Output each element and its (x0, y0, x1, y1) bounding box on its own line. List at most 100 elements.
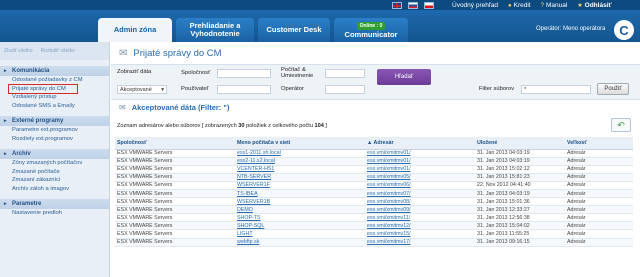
col-company[interactable]: Spoločnosť (115, 137, 235, 150)
cell-directory[interactable]: esx.vmi/xmitmv01/ (365, 157, 475, 166)
sidebar-item-backup-archive[interactable]: Archív záloh a imagov (0, 185, 109, 194)
cell-directory[interactable]: esx.vmi/xmitmv15/ (365, 229, 475, 239)
col-directory[interactable]: ▲ Adresár (365, 137, 475, 150)
coin-icon: ● (507, 2, 512, 9)
cell-directory[interactable]: esx.vmi/xmitmv12/ (365, 221, 475, 231)
list-info-suffix: ] (325, 123, 327, 129)
table-row[interactable]: ESX VMWARE Servers VCENTER-HS1 esx.vmi/xmi… (115, 165, 633, 174)
table-row[interactable]: ESX VMWARE Servers WSERVER1F esx.vmi/xmitm… (115, 181, 633, 190)
collapse-all-link[interactable]: Zbaliť všetko (4, 48, 33, 54)
link-logout[interactable]: ★ Odhlásiť (577, 2, 611, 9)
table-row[interactable]: ESX VMWARE Servers NTB-SERVER esx.vmi/xmit… (115, 173, 633, 182)
cell-company: ESX VMWARE Servers (115, 229, 235, 239)
link-manual[interactable]: ? Manual (541, 2, 568, 9)
cell-directory[interactable]: esx.vmi/xmitmv01/ (365, 149, 475, 158)
table-row[interactable]: ESX VMWARE Servers esx1-2011.sh.local esx.… (115, 149, 633, 158)
cell-computer-name[interactable]: VCENTER-HS1 (235, 165, 365, 174)
sidebar-item-sent-requests[interactable]: Odoslané požiadavky z CM (0, 76, 109, 85)
cz-flag-icon[interactable] (424, 2, 434, 9)
sidebar-item-deleted-zones[interactable]: Zóny zmazaných počítačov (0, 159, 109, 168)
cell-computer-name[interactable]: SHOP-TS (235, 213, 365, 223)
sidebar-head-communication[interactable]: Komunikácia (0, 66, 109, 76)
apply-button[interactable]: Použiť (597, 83, 629, 95)
cell-directory[interactable]: esx.vmi/xmitmv01/ (365, 165, 475, 174)
cell-size: Adresár (565, 157, 633, 166)
cell-company: ESX VMWARE Servers (115, 181, 235, 190)
table-row[interactable]: ESX VMWARE Servers WSERVER1B esx.vmi/xmitm… (115, 197, 633, 207)
cell-directory[interactable]: esx.vmi/xmitmv17/ (365, 238, 475, 247)
sidebar-item-sent-sms[interactable]: Odoslané SMS a Emaily (0, 102, 109, 111)
cell-computer-name[interactable]: DEMO (235, 205, 365, 215)
sidebar-item-templates[interactable]: Nastavenie predloh (0, 209, 109, 218)
computer-input[interactable] (325, 69, 365, 78)
sidebar-head-archive[interactable]: Archív (0, 149, 109, 159)
tab-communicator[interactable]: Online : 0 Communicator (334, 18, 408, 42)
logout-icon: ★ (577, 3, 583, 9)
show-data-label: Zobraziť dáta (117, 69, 152, 75)
cell-computer-name[interactable]: SHOP-SQL (235, 221, 365, 231)
sk-flag-icon[interactable] (408, 2, 418, 9)
sidebar-section-communication: Komunikácia Odoslané požiadavky z CM Pri… (0, 66, 109, 110)
cell-saved: 31. Jan 2013 12:33:27 (475, 205, 565, 215)
cell-directory[interactable]: esx.vmi/xmitmv08/ (365, 197, 475, 207)
cell-directory[interactable]: esx.vmi/xmitmv07/ (365, 189, 475, 199)
tab-browse-evaluate[interactable]: Prehliadanie a Vyhodnotenie (176, 18, 254, 42)
cell-computer-name[interactable]: NTB-SERVER (235, 173, 365, 182)
cell-saved: 31. Jan 2013 15:01:36 (475, 197, 565, 207)
cell-computer-name[interactable]: esx2-11.s2.local (235, 157, 365, 166)
link-credit[interactable]: ● Kredit (508, 2, 531, 9)
cell-saved: 31. Jan 2013 15:02:12 (475, 165, 565, 174)
cell-computer-name[interactable]: WSERVER1F (235, 181, 365, 190)
company-input[interactable] (217, 69, 271, 78)
help-icon: ? (540, 2, 544, 9)
tab-admin-zone[interactable]: Admin zóna (98, 18, 172, 42)
table-row[interactable]: ESX VMWARE Servers esx2-11.s2.local esx.vm… (115, 157, 633, 166)
cell-computer-name[interactable]: WSERVER1B (235, 197, 365, 207)
tab-customer-desk[interactable]: Customer Desk (258, 18, 330, 42)
sidebar-item-ext-diffs[interactable]: Rozdiely ext.programov (0, 135, 109, 144)
link-overview[interactable]: Úvodný prehľad (452, 2, 498, 9)
sidebar-item-received-messages[interactable]: Prijaté správy do CM (8, 83, 78, 94)
list-info-prefix: Zoznam adresárov alebo súborov [ zobraze… (117, 123, 237, 129)
table-row[interactable]: ESX VMWARE Servers SHOP-SQL esx.vmi/xmitmv… (115, 221, 633, 231)
cell-directory[interactable]: esx.vmi/xmitmv06/ (365, 181, 475, 190)
sidebar-item-ext-params[interactable]: Parametre ext.programov (0, 126, 109, 135)
filter-panel: Zobraziť dáta Akceptované ▾ Spoločnosť P… (111, 64, 640, 100)
cell-computer-name[interactable]: LIGHT (235, 229, 365, 239)
cell-directory[interactable]: esx.vmi/xmitmv09/ (365, 205, 475, 215)
col-saved[interactable]: Uložené (475, 137, 565, 150)
cell-computer-name[interactable]: TS-IBEA (235, 189, 365, 199)
sidebar-item-deleted-customers[interactable]: Zmazaní zákazníci (0, 176, 109, 185)
sidebar-head-parameters[interactable]: Parametre (0, 199, 109, 209)
cell-computer-name[interactable]: webftp.sk (235, 238, 365, 247)
cell-size: Adresár (565, 165, 633, 174)
computer-label: Počítač & Umiestnenie (281, 67, 314, 79)
user-input[interactable] (217, 85, 271, 94)
list-info-shown: 30 (238, 123, 245, 129)
uk-flag-icon[interactable] (392, 2, 402, 9)
col-computer-name[interactable]: Meno počítača v sieti (235, 137, 365, 150)
sidebar-item-deleted-computers[interactable]: Zmazané počítače (0, 168, 109, 177)
search-button[interactable]: Hľadať (377, 69, 431, 85)
cell-directory[interactable]: esx.vmi/xmitmv11/ (365, 213, 475, 223)
table-row[interactable]: ESX VMWARE Servers LIGHT esx.vmi/xmitmv15/… (115, 229, 633, 239)
table-row[interactable]: ESX VMWARE Servers SHOP-TS esx.vmi/xmitmv1… (115, 213, 633, 223)
col-size[interactable]: Veľkosť (565, 137, 633, 150)
table-row[interactable]: ESX VMWARE Servers DEMO esx.vmi/xmitmv09/3… (115, 205, 633, 215)
operator-input[interactable] (325, 85, 365, 94)
cell-size: Adresár (565, 229, 633, 239)
table-row[interactable]: ESX VMWARE Servers webftp.sk esx.vmi/xmitm… (115, 238, 633, 247)
cell-computer-name[interactable]: esx1-2011.sh.local (235, 149, 365, 158)
sidebar-section-archive: Archív Zóny zmazaných počítačov Zmazané … (0, 149, 109, 193)
expand-all-link[interactable]: Rozbaliť všetko (41, 48, 75, 54)
sidebar-item-remote-access[interactable]: Vzdialený prístup (0, 93, 109, 102)
sidebar-head-external[interactable]: Externé programy (0, 116, 109, 126)
file-filter-input[interactable]: * (521, 85, 591, 94)
cell-company: ESX VMWARE Servers (115, 173, 235, 182)
envelope-icon: ✉ (119, 103, 126, 112)
table-row[interactable]: ESX VMWARE Servers TS-IBEA esx.vmi/xmitmv0… (115, 189, 633, 199)
cell-directory[interactable]: esx.vmi/xmitmv05/ (365, 173, 475, 182)
back-arrow-button[interactable]: ↶ (611, 118, 631, 132)
show-data-select[interactable]: Akceptované ▾ (117, 85, 167, 94)
file-filter-value: * (524, 86, 527, 93)
